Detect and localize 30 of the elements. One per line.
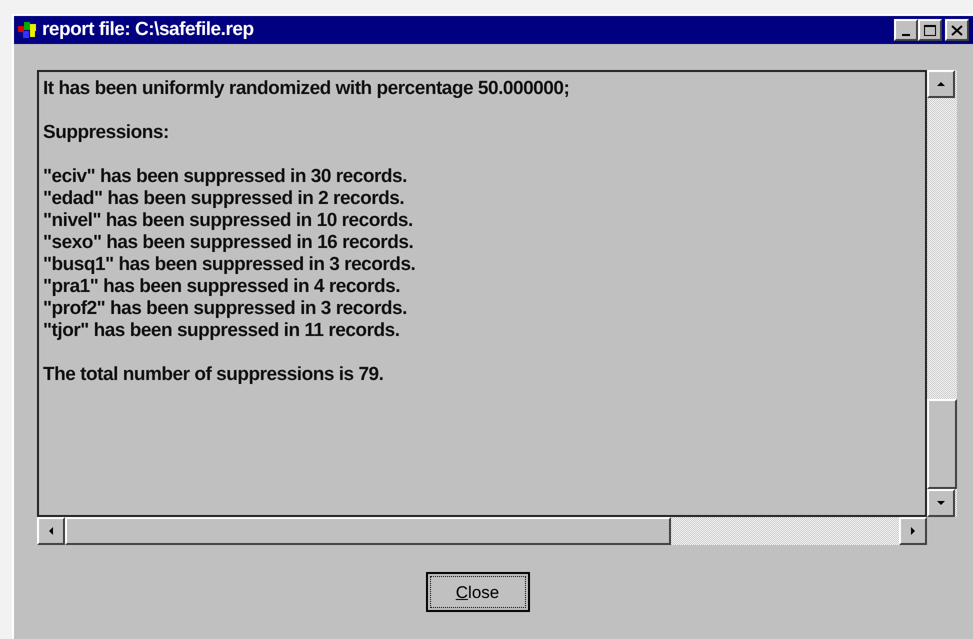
report-line: "eciv" has been suppressed in 30 records.	[43, 166, 407, 188]
report-line: The total number of suppressions is 79.	[43, 364, 384, 386]
arrow-icon	[909, 526, 917, 536]
minimize-button[interactable]	[894, 19, 918, 41]
arrow-icon	[47, 526, 55, 536]
maximize-button[interactable]	[918, 19, 942, 41]
scroll-right-button[interactable]	[899, 517, 927, 545]
app-icon	[18, 21, 38, 39]
scroll-thumb[interactable]	[927, 399, 957, 489]
arrow-icon	[936, 80, 946, 88]
window-title: report file: C:\safefile.rep	[42, 18, 255, 42]
report-line: It has been uniformly randomized with percentage 50.000000;	[43, 78, 570, 100]
report-line: "sexo" has been suppressed in 16 records.	[43, 232, 414, 254]
close-window-button[interactable]	[945, 19, 969, 41]
scroll-thumb[interactable]	[65, 517, 671, 545]
scroll-up-button[interactable]	[927, 70, 955, 98]
report-line: "prof2" has been suppressed in 3 records.	[43, 298, 407, 320]
maximize-icon	[924, 24, 936, 36]
scroll-down-button[interactable]	[927, 489, 955, 517]
report-line: "nivel" has been suppressed in 10 records.	[43, 210, 413, 232]
report-line: "edad" has been suppressed in 2 records.	[43, 188, 404, 210]
scroll-left-button[interactable]	[37, 517, 65, 545]
minimize-icon	[902, 34, 910, 36]
close-icon	[951, 24, 963, 36]
report-line: "pra1" has been suppressed in 4 records.	[43, 276, 400, 298]
arrow-icon	[936, 499, 946, 507]
report-line: Suppressions:	[43, 122, 169, 144]
close-button[interactable]: Close	[426, 572, 530, 612]
report-line: "busq1" has been suppressed in 3 records.	[43, 254, 416, 276]
report-line: "tjor" has been suppressed in 11 records.	[43, 320, 400, 342]
